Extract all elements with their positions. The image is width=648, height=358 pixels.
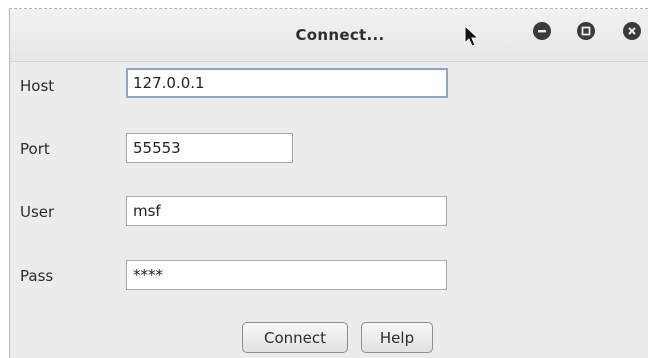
title-bar[interactable]: Connect... bbox=[10, 9, 648, 62]
maximize-button[interactable] bbox=[577, 22, 595, 40]
square-circle-icon bbox=[581, 26, 591, 36]
user-label: User bbox=[20, 203, 55, 221]
connect-dialog: Connect... Host Port User Pass Conne bbox=[9, 9, 648, 358]
pass-label: Pass bbox=[20, 267, 54, 285]
pass-input[interactable] bbox=[126, 260, 447, 290]
port-input[interactable] bbox=[126, 133, 293, 163]
minus-circle-icon bbox=[538, 30, 546, 33]
minimize-button[interactable] bbox=[533, 22, 551, 40]
mouse-pointer-icon bbox=[464, 24, 480, 51]
close-button[interactable] bbox=[623, 22, 641, 40]
help-button[interactable]: Help bbox=[361, 322, 433, 353]
window-title: Connect... bbox=[295, 26, 385, 44]
host-input[interactable] bbox=[126, 68, 448, 98]
connect-button[interactable]: Connect bbox=[242, 322, 348, 353]
x-circle-icon bbox=[628, 27, 636, 35]
user-input[interactable] bbox=[126, 196, 447, 226]
port-label: Port bbox=[20, 140, 50, 158]
host-label: Host bbox=[20, 77, 55, 95]
